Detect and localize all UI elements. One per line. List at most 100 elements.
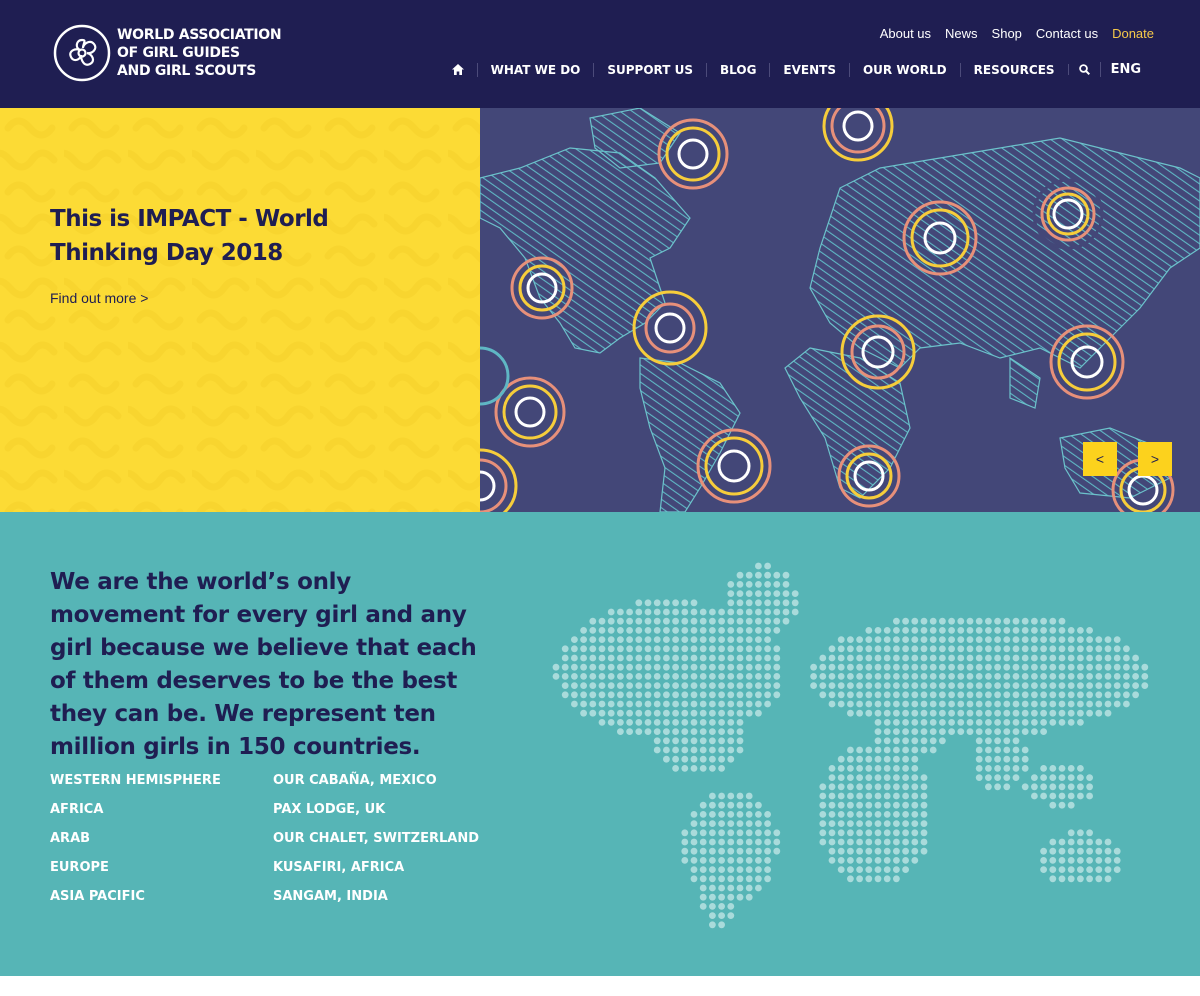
region-link-western-hemisphere[interactable]: WESTERN HEMISPHERE <box>50 772 221 790</box>
map-dot <box>1067 682 1075 689</box>
centre-link-pax-lodge[interactable]: PAX LODGE, UK <box>273 801 479 819</box>
search-button[interactable] <box>1067 64 1100 75</box>
find-out-more-link[interactable]: Find out more > <box>50 290 148 306</box>
map-dot <box>663 709 670 717</box>
map-dot <box>690 691 698 699</box>
map-dot <box>911 801 919 809</box>
map-dot <box>902 691 909 699</box>
map-dot <box>1086 636 1093 643</box>
map-dot <box>975 645 983 653</box>
map-dot <box>1003 783 1011 791</box>
hero-map-image: < > <box>480 108 1200 512</box>
map-dot <box>672 746 679 754</box>
map-dot <box>865 691 873 699</box>
map-dot <box>856 755 863 763</box>
map-dot <box>653 700 661 708</box>
util-link-news[interactable]: News <box>945 26 978 41</box>
map-dot <box>773 590 781 597</box>
map-dot <box>874 829 882 837</box>
nav-support-us[interactable]: SUPPORT US <box>593 62 706 77</box>
map-dot <box>1049 627 1057 634</box>
map-dot <box>1003 700 1011 708</box>
slider-next-button[interactable]: > <box>1138 442 1172 476</box>
map-dot <box>1021 636 1029 643</box>
map-dot <box>681 691 689 699</box>
map-dot <box>1067 875 1075 883</box>
donate-link[interactable]: Donate <box>1112 26 1154 41</box>
map-dot <box>626 636 633 643</box>
map-dot <box>617 617 624 625</box>
map-dot <box>1012 700 1020 708</box>
map-dot <box>856 838 863 846</box>
map-dot <box>736 820 744 827</box>
map-dot <box>893 709 900 717</box>
util-link-shop[interactable]: Shop <box>992 26 1022 41</box>
map-dot <box>653 617 661 625</box>
region-link-europe[interactable]: EUROPE <box>50 859 221 877</box>
map-dot <box>690 700 698 708</box>
map-dot <box>1021 617 1029 625</box>
map-dot <box>902 700 909 708</box>
map-dot <box>1141 673 1149 680</box>
map-dot <box>718 700 725 708</box>
map-dot <box>874 847 882 855</box>
map-dot <box>718 682 725 689</box>
map-dot <box>920 820 928 827</box>
map-dot <box>874 866 882 873</box>
map-dot <box>847 682 854 689</box>
map-dot <box>837 654 845 662</box>
map-dot <box>902 645 909 653</box>
map-dot <box>856 709 863 717</box>
search-icon <box>1078 64 1090 75</box>
language-selector[interactable]: ENG <box>1099 62 1154 77</box>
map-dot <box>681 682 689 689</box>
map-dot <box>856 857 863 864</box>
map-dot <box>985 682 992 689</box>
map-dot <box>690 636 698 643</box>
centre-link-our-cabana[interactable]: OUR CABAÑA, MEXICO <box>273 772 479 790</box>
map-dot <box>847 654 854 662</box>
map-dot <box>736 719 744 726</box>
map-dot <box>865 746 873 754</box>
nav-our-world[interactable]: OUR WORLD <box>848 62 960 77</box>
map-dot <box>727 857 735 864</box>
main-nav: WHAT WE DO SUPPORT US BLOG EVENTS OUR WO… <box>451 62 1154 77</box>
map-dot <box>598 709 606 717</box>
map-dot <box>709 700 716 708</box>
map-dot <box>1077 709 1084 717</box>
map-dot <box>819 691 827 699</box>
region-link-asia-pacific[interactable]: ASIA PACIFIC <box>50 888 221 906</box>
map-dot <box>736 636 744 643</box>
nav-blog[interactable]: BLOG <box>706 62 769 77</box>
map-dot <box>617 608 624 616</box>
map-dot <box>837 857 845 864</box>
util-link-about[interactable]: About us <box>880 26 931 41</box>
map-dot <box>699 709 707 717</box>
map-dot <box>883 811 891 818</box>
util-link-contact[interactable]: Contact us <box>1036 26 1098 41</box>
map-dot <box>1021 709 1029 717</box>
map-dot <box>819 654 827 662</box>
region-link-africa[interactable]: AFRICA <box>50 801 221 819</box>
map-dot <box>653 673 661 680</box>
regions-list: WESTERN HEMISPHERE AFRICA ARAB EUROPE AS… <box>50 772 221 906</box>
nav-what-we-do[interactable]: WHAT WE DO <box>476 62 594 77</box>
map-dot <box>994 700 1001 708</box>
map-dot <box>883 866 891 873</box>
region-link-arab[interactable]: ARAB <box>50 830 221 848</box>
map-dot <box>745 811 753 818</box>
map-dot <box>966 673 974 680</box>
map-dot <box>626 728 633 735</box>
nav-home[interactable] <box>451 64 477 75</box>
centre-link-kusafiri[interactable]: KUSAFIRI, AFRICA <box>273 859 479 877</box>
nav-events[interactable]: EVENTS <box>769 62 849 77</box>
site-logo[interactable]: WORLD ASSOCIATION OF GIRL GUIDES AND GIR… <box>53 24 282 82</box>
map-dot <box>893 663 900 671</box>
nav-resources[interactable]: RESOURCES <box>959 62 1068 77</box>
map-dot <box>1058 654 1066 662</box>
centre-link-sangam[interactable]: SANGAM, INDIA <box>273 888 479 906</box>
map-dot <box>1086 691 1093 699</box>
centre-link-our-chalet[interactable]: OUR CHALET, SWITZERLAND <box>273 830 479 848</box>
map-dot <box>718 765 725 772</box>
slider-prev-button[interactable]: < <box>1083 442 1117 476</box>
